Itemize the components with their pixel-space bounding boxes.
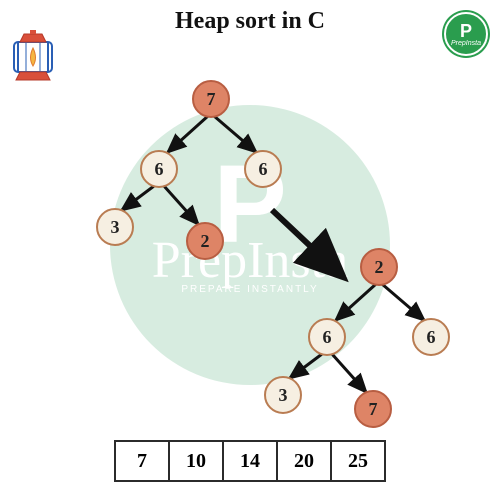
tree-edge (122, 186, 154, 210)
transition-arrow (272, 210, 340, 274)
tree1-node-r: 6 (244, 150, 282, 188)
tree1-node-lr: 2 (186, 222, 224, 260)
page-title: Heap sort in C (0, 8, 500, 35)
tree-edge (290, 354, 322, 378)
tree2-node-l: 6 (308, 318, 346, 356)
badge-label: PrepInsta (451, 40, 481, 47)
badge-letter: P (460, 22, 472, 40)
tree2-node-root: 2 (360, 248, 398, 286)
tree-edge (214, 116, 256, 152)
brand-badge: P PrepInsta (444, 12, 488, 56)
tree1-node-l: 6 (140, 150, 178, 188)
tree2-node-lr: 7 (354, 390, 392, 428)
tree-edge (168, 116, 208, 152)
tree2-node-r: 6 (412, 318, 450, 356)
heap-diagram: 7266663327 (0, 60, 500, 460)
tree-edge (332, 354, 366, 392)
tree1-node-ll: 3 (96, 208, 134, 246)
tree1-node-root: 7 (192, 80, 230, 118)
tree-edge (382, 284, 424, 320)
edges-svg (0, 60, 500, 460)
tree-edge (336, 284, 376, 320)
tree2-node-ll: 3 (264, 376, 302, 414)
tree-edge (164, 186, 198, 224)
